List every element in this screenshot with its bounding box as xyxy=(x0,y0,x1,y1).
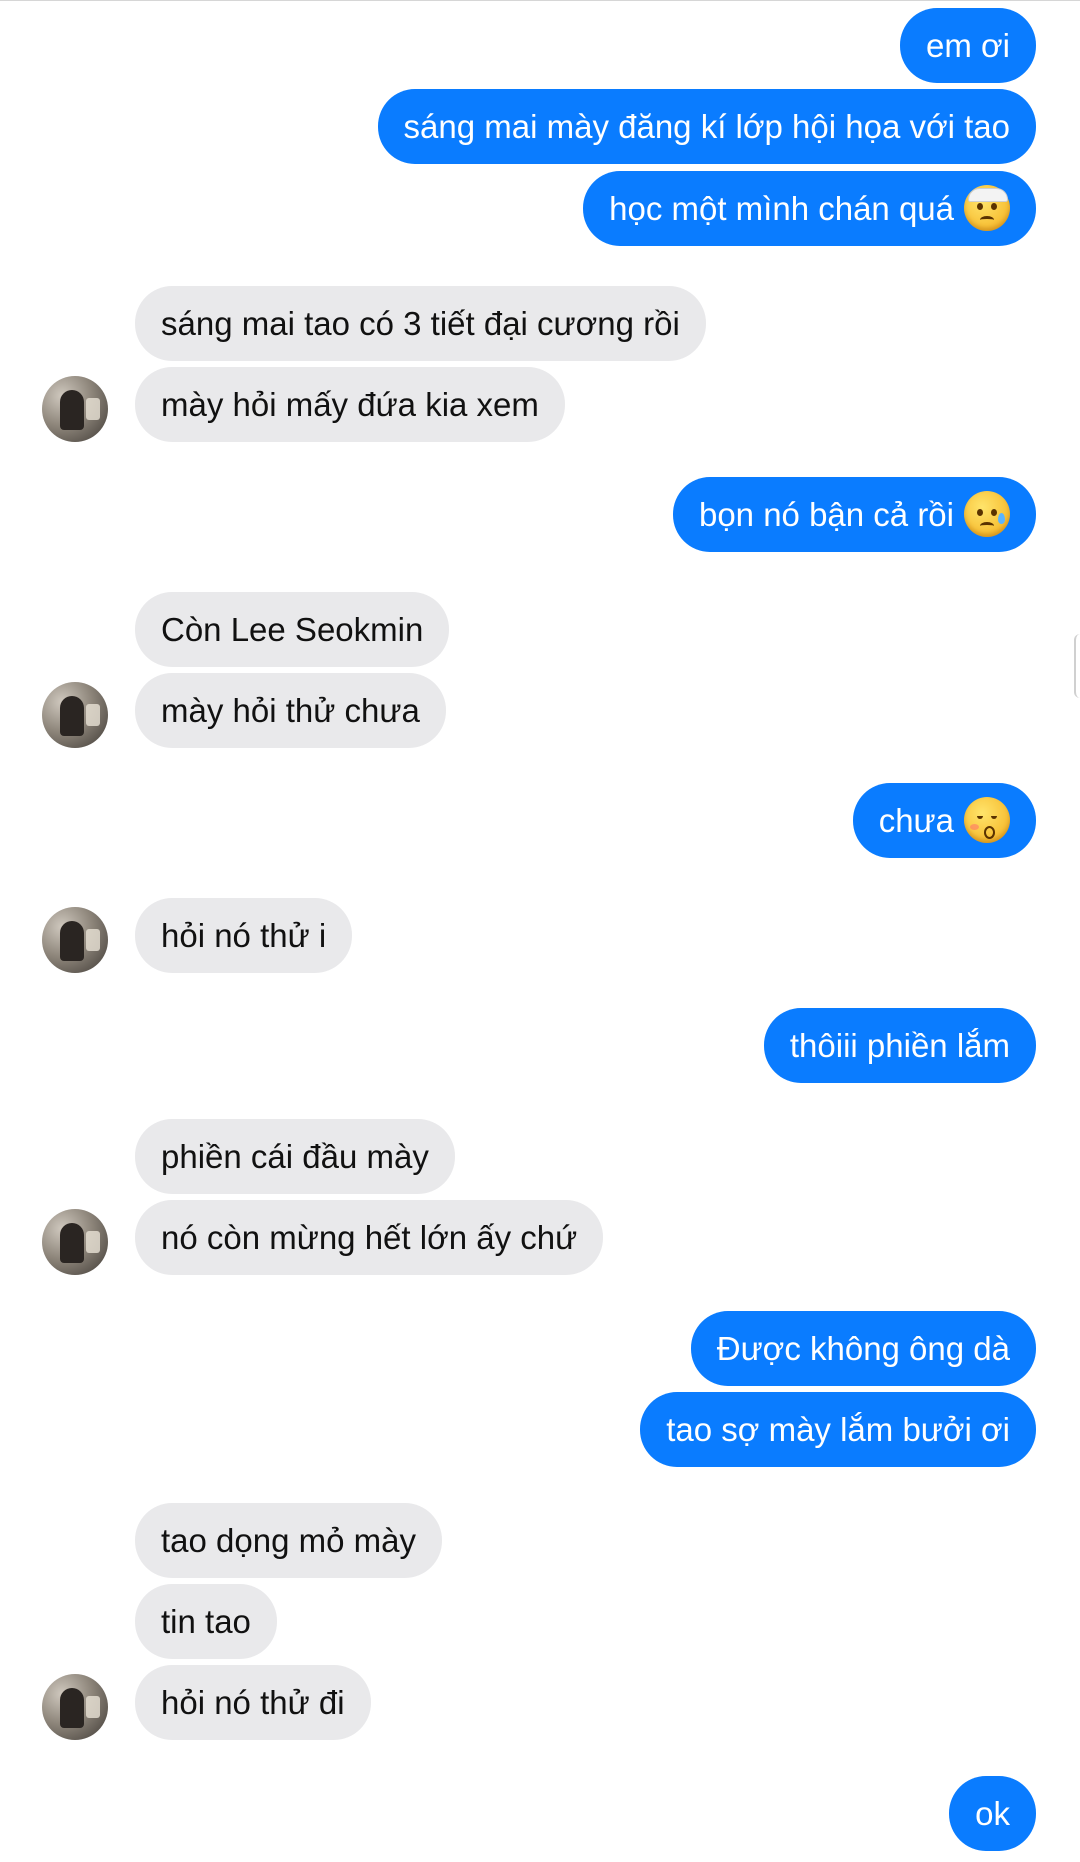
face-with-head-bandage-emoji xyxy=(964,185,1010,232)
outgoing-message[interactable]: tao sợ mày lắm bưởi ơi xyxy=(640,1392,1036,1467)
message-text: hỏi nó thử i xyxy=(161,917,327,954)
message-text: tao dọng mỏ mày xyxy=(161,1522,416,1559)
message-text: hỏi nó thử đi xyxy=(161,1684,345,1721)
incoming-message[interactable]: nó còn mừng hết lớn ấy chứ xyxy=(135,1200,604,1275)
incoming-message[interactable]: hỏi nó thử i xyxy=(135,898,353,973)
message-text: mày hỏi mấy đứa kia xem xyxy=(161,386,539,423)
message-text: chưa xyxy=(878,802,954,839)
kissing-face-with-closed-eyes-emoji xyxy=(964,797,1010,844)
message-text: học một mình chán quá xyxy=(609,190,954,227)
message-text: tao sợ mày lắm bưởi ơi xyxy=(666,1411,1010,1448)
contact-avatar[interactable] xyxy=(42,682,108,748)
message-text: mày hỏi thử chưa xyxy=(161,692,420,729)
incoming-message[interactable]: sáng mai tao có 3 tiết đại cương rồi xyxy=(135,286,706,361)
outgoing-message[interactable]: chưa xyxy=(852,783,1036,858)
outgoing-message[interactable]: sáng mai mày đăng kí lớp hội họa với tao xyxy=(377,89,1036,164)
message-text: phiền cái đầu mày xyxy=(161,1138,429,1175)
incoming-message[interactable]: tao dọng mỏ mày xyxy=(135,1503,442,1578)
message-text: Được không ông dà xyxy=(716,1330,1010,1367)
incoming-message[interactable]: mày hỏi thử chưa xyxy=(135,673,446,748)
message-text: sáng mai tao có 3 tiết đại cương rồi xyxy=(161,305,680,342)
message-text: ok xyxy=(975,1795,1010,1832)
message-text: em ơi xyxy=(926,27,1010,64)
message-text: tin tao xyxy=(161,1603,251,1640)
message-text: nó còn mừng hết lớn ấy chứ xyxy=(161,1219,578,1256)
chat-thread[interactable]: em ơi sáng mai mày đăng kí lớp hội họa v… xyxy=(0,0,1080,1862)
outgoing-message[interactable]: học một mình chán quá xyxy=(583,171,1036,246)
incoming-message[interactable]: tin tao xyxy=(135,1584,277,1659)
incoming-message[interactable]: Còn Lee Seokmin xyxy=(135,592,450,667)
message-text: thôiii phiền lắm xyxy=(789,1027,1010,1064)
contact-avatar[interactable] xyxy=(42,907,108,973)
sad-but-relieved-face-emoji xyxy=(964,491,1010,538)
incoming-message[interactable]: phiền cái đầu mày xyxy=(135,1119,455,1194)
message-text: sáng mai mày đăng kí lớp hội họa với tao xyxy=(403,108,1010,145)
outgoing-message[interactable]: em ơi xyxy=(900,8,1036,83)
contact-avatar[interactable] xyxy=(42,1674,108,1740)
incoming-message[interactable]: mày hỏi mấy đứa kia xem xyxy=(135,367,565,442)
scroll-edge-indicator xyxy=(1074,634,1080,698)
outgoing-message[interactable]: Được không ông dà xyxy=(690,1311,1036,1386)
outgoing-message[interactable]: bọn nó bận cả rồi xyxy=(672,477,1036,552)
incoming-message[interactable]: hỏi nó thử đi xyxy=(135,1665,371,1740)
outgoing-message[interactable]: thôiii phiền lắm xyxy=(763,1008,1036,1083)
message-text: bọn nó bận cả rồi xyxy=(698,496,954,533)
contact-avatar[interactable] xyxy=(42,376,108,442)
outgoing-message[interactable]: ok xyxy=(949,1776,1036,1851)
message-text: Còn Lee Seokmin xyxy=(161,611,424,648)
contact-avatar[interactable] xyxy=(42,1209,108,1275)
